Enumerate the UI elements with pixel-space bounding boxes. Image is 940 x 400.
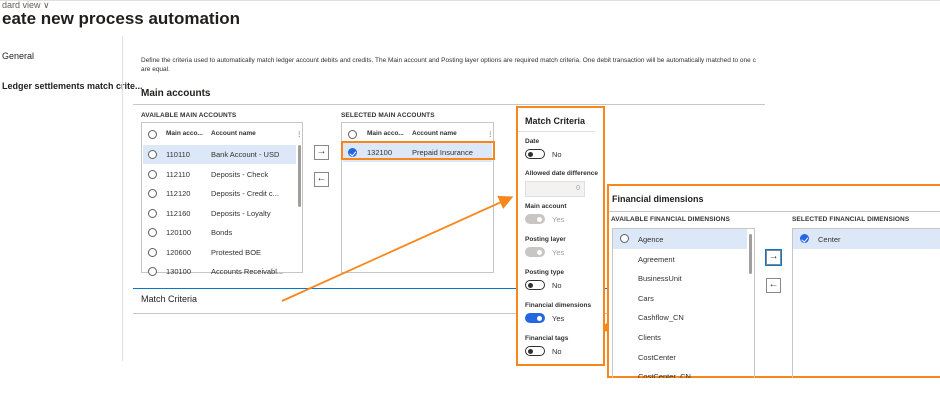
- available-dimensions-list: Agence Agreement BusinessUnit Cars Cashflow_…: [612, 228, 755, 378]
- financial-dimensions-panel: Financial dimensions AVAILABLE FINANCIAL…: [607, 184, 940, 378]
- toggle-switch[interactable]: [525, 280, 545, 290]
- field-label: Posting layer: [525, 236, 566, 243]
- toggle-knob: [537, 315, 542, 321]
- dimension-row[interactable]: Agreement: [613, 249, 747, 269]
- field-label: Financial dimensions: [525, 302, 592, 309]
- toggle-switch: [525, 247, 545, 257]
- panel-divider: [518, 131, 595, 132]
- toggle-switch: [525, 214, 545, 224]
- process-automation-page: dard view ∨ eate new process automation …: [0, 0, 940, 400]
- selected-dimensions-list: Center: [792, 228, 940, 378]
- toggle-knob: [528, 348, 533, 354]
- scrollbar[interactable]: [749, 234, 752, 274]
- dimension-name: Agreement: [638, 254, 675, 264]
- dimension-name: BusinessUnit: [638, 274, 682, 284]
- toggle-value: No: [552, 150, 562, 159]
- dimension-row[interactable]: Agence: [613, 229, 747, 249]
- toggle-knob: [528, 151, 533, 157]
- toggle-value: No: [552, 347, 562, 356]
- selected-financial-dimensions-header: SELECTED FINANCIAL DIMENSIONS: [792, 216, 910, 223]
- toggle-value: Yes: [552, 248, 565, 257]
- toggle-knob: [537, 216, 542, 222]
- toggle-value: Yes: [552, 215, 565, 224]
- row-select-radio[interactable]: [620, 234, 629, 243]
- dimension-row[interactable]: Cars: [613, 288, 747, 308]
- dimension-name: Clients: [638, 333, 661, 342]
- field-label: Posting type: [525, 269, 565, 276]
- field-label: Allowed date difference: [525, 170, 598, 177]
- toggle-switch[interactable]: [525, 149, 545, 159]
- dimension-row[interactable]: BusinessUnit: [613, 268, 747, 288]
- row-select-radio[interactable]: [800, 234, 809, 243]
- dimension-name: CostCenter_CN: [638, 372, 691, 378]
- available-financial-dimensions-header: AVAILABLE FINANCIAL DIMENSIONS: [611, 216, 730, 223]
- field-label: Main account: [525, 203, 567, 210]
- dimension-row[interactable]: Cashflow_CN: [613, 307, 747, 327]
- financial-dimensions-title: Financial dimensions: [612, 194, 704, 204]
- match-criteria-panel-title: Match Criteria: [525, 116, 586, 126]
- dimension-name: Agence: [638, 235, 664, 244]
- panel-divider: [609, 211, 940, 212]
- toggle-value: Yes: [552, 314, 565, 323]
- field-label: Date: [525, 138, 540, 145]
- dimension-name: Center: [818, 235, 841, 244]
- field-label: Financial tags: [525, 335, 569, 342]
- dimension-name: Cashflow_CN: [638, 313, 684, 323]
- dimension-row[interactable]: Clients: [613, 327, 747, 347]
- add-dimension-button[interactable]: →: [765, 249, 782, 266]
- toggle-value: No: [552, 281, 562, 290]
- callout-arrow-match-criteria: [281, 195, 514, 302]
- dimension-name: Cars: [638, 293, 654, 303]
- remove-dimension-button[interactable]: ←: [766, 278, 781, 293]
- toggle-knob: [537, 249, 542, 255]
- match-criteria-panel: Match Criteria Date No Allowed date differ…: [516, 106, 605, 366]
- toggle-switch[interactable]: [525, 346, 545, 356]
- dimension-row[interactable]: CostCenter: [613, 347, 747, 367]
- toggle-switch[interactable]: [525, 313, 545, 323]
- dimension-row[interactable]: Center: [793, 229, 940, 249]
- dimension-row[interactable]: CostCenter_CN: [613, 366, 747, 378]
- allowed-date-difference-input[interactable]: 0: [525, 181, 585, 197]
- dimension-name: CostCenter: [638, 352, 676, 362]
- toggle-knob: [528, 282, 533, 288]
